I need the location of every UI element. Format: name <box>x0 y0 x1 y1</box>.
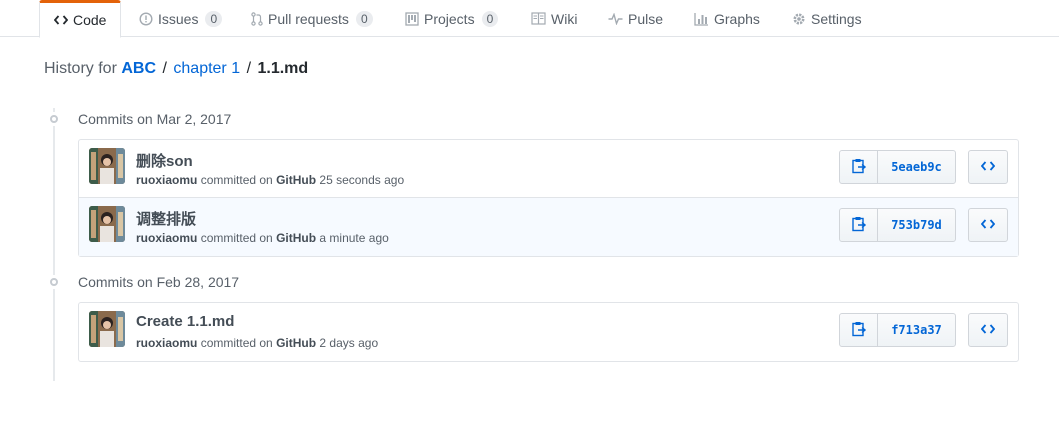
commit-sha-link[interactable]: f713a37 <box>878 314 955 346</box>
breadcrumb-separator: / <box>162 60 167 77</box>
commit-sha-link[interactable]: 5eaeb9c <box>878 151 955 183</box>
commit-time: 25 seconds ago <box>319 173 405 187</box>
avatar[interactable] <box>89 206 125 242</box>
tab-label: Settings <box>811 10 862 27</box>
git-pull-request-icon <box>251 11 263 26</box>
tab-pulse[interactable]: Pulse <box>608 0 663 37</box>
code-icon <box>980 217 996 233</box>
commit-author-link[interactable]: ruoxiaomu <box>136 336 197 350</box>
code-icon <box>980 159 996 175</box>
avatar[interactable] <box>89 311 125 347</box>
browse-files-button[interactable] <box>968 313 1008 347</box>
commit-row: 调整排版 ruoxiaomu committed on GitHub a min… <box>79 198 1018 256</box>
commit-group-title: Commits on Feb 28, 2017 <box>78 274 240 290</box>
book-icon <box>531 12 546 25</box>
commit-time: a minute ago <box>319 231 389 245</box>
projects-count-badge: 0 <box>481 10 499 27</box>
commit-row: 删除son ruoxiaomu committed on GitHub 25 s… <box>79 140 1018 198</box>
tab-label: Pulse <box>628 10 664 27</box>
sha-button-group: f713a37 <box>839 313 956 347</box>
breadcrumb: History for ABC / chapter 1 / 1.1.md <box>44 60 308 78</box>
sha-button-group: 5eaeb9c <box>839 150 956 184</box>
clipboard-icon <box>851 216 866 235</box>
pull-requests-count-badge: 0 <box>355 10 373 27</box>
commit-meta-text: committed on <box>200 231 273 245</box>
tab-label: Code <box>73 12 107 28</box>
tab-issues[interactable]: Issues 0 <box>139 0 223 37</box>
tab-label: Graphs <box>714 10 760 27</box>
commit-meta: ruoxiaomu committed on GitHub 25 seconds… <box>136 173 404 187</box>
commit-row: Create 1.1.md ruoxiaomu committed on Git… <box>79 303 1018 361</box>
commit-meta-text: committed on <box>200 173 273 187</box>
tab-label: Pull requests <box>268 10 349 27</box>
tab-wiki[interactable]: Wiki <box>531 0 577 37</box>
clipboard-icon <box>851 158 866 177</box>
pulse-icon <box>608 12 623 25</box>
avatar[interactable] <box>89 148 125 184</box>
code-icon <box>54 14 68 26</box>
commit-list: Create 1.1.md ruoxiaomu committed on Git… <box>78 302 1019 362</box>
copy-sha-button[interactable] <box>840 314 878 346</box>
timeline-line <box>53 108 55 381</box>
breadcrumb-prefix: History for <box>44 60 117 77</box>
tab-projects[interactable]: Projects 0 <box>405 0 499 37</box>
tab-pull-requests[interactable]: Pull requests 0 <box>251 0 373 37</box>
sha-button-group: 753b79d <box>839 208 956 242</box>
committer-link[interactable]: GitHub <box>276 231 316 245</box>
tab-label: Wiki <box>551 10 578 27</box>
commit-time: 2 days ago <box>319 336 379 350</box>
commit-message-link[interactable]: 删除son <box>136 150 193 171</box>
tab-settings[interactable]: Settings <box>792 0 862 37</box>
project-icon <box>405 11 419 26</box>
tab-label: Projects <box>424 10 475 27</box>
copy-sha-button[interactable] <box>840 209 878 241</box>
issue-opened-icon <box>139 11 153 26</box>
breadcrumb-repo-link[interactable]: ABC <box>121 60 156 77</box>
commit-meta-text: committed on <box>200 336 273 350</box>
commit-meta: ruoxiaomu committed on GitHub a minute a… <box>136 231 389 245</box>
graph-icon <box>694 12 709 26</box>
commit-group-title: Commits on Mar 2, 2017 <box>78 111 232 127</box>
browse-files-button[interactable] <box>968 150 1008 184</box>
committer-link[interactable]: GitHub <box>276 336 316 350</box>
commit-message-link[interactable]: 调整排版 <box>136 208 196 229</box>
tab-graphs[interactable]: Graphs <box>694 0 760 37</box>
commit-sha-link[interactable]: 753b79d <box>878 209 955 241</box>
committer-link[interactable]: GitHub <box>276 173 316 187</box>
copy-sha-button[interactable] <box>840 151 878 183</box>
tab-label: Issues <box>158 10 199 27</box>
browse-files-button[interactable] <box>968 208 1008 242</box>
tab-code[interactable]: Code <box>39 0 122 38</box>
code-icon <box>980 322 996 338</box>
breadcrumb-folder-link[interactable]: chapter 1 <box>173 60 240 77</box>
gear-icon <box>792 12 806 26</box>
commit-meta: ruoxiaomu committed on GitHub 2 days ago <box>136 336 378 350</box>
commit-author-link[interactable]: ruoxiaomu <box>136 231 197 245</box>
timeline-dot-icon <box>47 112 61 126</box>
commit-message-link[interactable]: Create 1.1.md <box>136 313 234 330</box>
breadcrumb-file: 1.1.md <box>257 60 309 77</box>
clipboard-icon <box>851 321 866 340</box>
commit-list: 删除son ruoxiaomu committed on GitHub 25 s… <box>78 139 1019 257</box>
commit-author-link[interactable]: ruoxiaomu <box>136 173 197 187</box>
breadcrumb-separator: / <box>246 60 252 77</box>
repo-nav: Code Issues 0 Pull requests 0 Projects 0… <box>0 0 1059 38</box>
timeline-dot-icon <box>47 275 61 289</box>
issues-count-badge: 0 <box>205 10 223 27</box>
